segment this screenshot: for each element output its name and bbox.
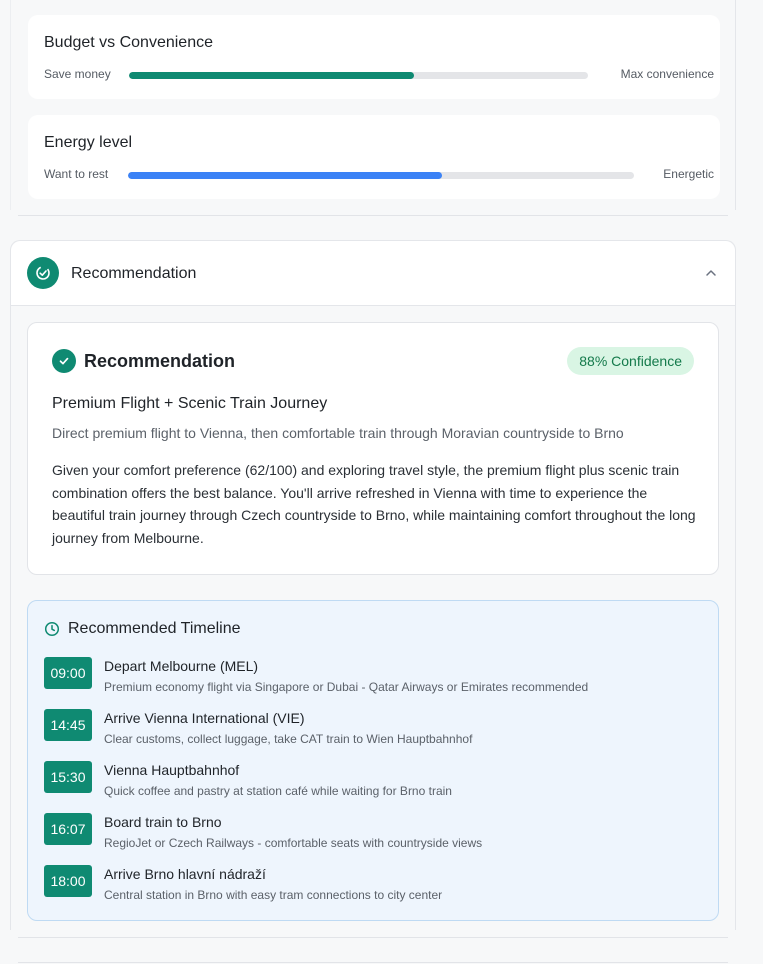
option-description: Direct premium flight to Vienna, then co… xyxy=(52,425,624,441)
timeline-title: Recommended Timeline xyxy=(68,620,241,637)
preferences-panel: Budget vs Convenience Save money Max con… xyxy=(10,0,736,210)
recommendation-reasoning: Given your comfort preference (62/100) a… xyxy=(52,462,696,546)
energy-slider-fill xyxy=(128,172,442,179)
timeline-item: 09:00 Depart Melbourne (MEL) Premium eco… xyxy=(44,657,704,697)
recommendation-section: Recommendation Recommendation 88% Confid… xyxy=(10,240,736,930)
option-title: Premium Flight + Scenic Train Journey xyxy=(52,395,328,412)
recommendation-card: Recommendation 88% Confidence Premium Fl… xyxy=(27,322,719,575)
timeline-item-title: Arrive Brno hlavní nádraží xyxy=(104,866,266,882)
timeline-item-title: Vienna Hauptbahnhof xyxy=(104,762,240,778)
check-circle-icon xyxy=(27,257,59,289)
section-title: Recommendation xyxy=(71,265,197,282)
chevron-up-icon[interactable] xyxy=(703,265,719,281)
section-divider xyxy=(18,962,728,963)
energy-min-label: Want to rest xyxy=(44,167,109,181)
clock-icon xyxy=(44,621,60,637)
timeline-item-description: Quick coffee and pastry at station café … xyxy=(104,784,452,798)
timeline-item: 15:30 Vienna Hauptbahnhof Quick coffee a… xyxy=(44,761,704,801)
budget-min-label: Save money xyxy=(44,67,111,81)
timeline-item: 18:00 Arrive Brno hlavní nádraží Central… xyxy=(44,865,704,905)
timeline-time: 18:00 xyxy=(44,865,92,897)
timeline-item-title: Arrive Vienna International (VIE) xyxy=(104,710,305,726)
energy-max-label: Energetic xyxy=(663,167,714,181)
timeline-item-description: Clear customs, collect luggage, take CAT… xyxy=(104,732,473,746)
recommendation-title: Recommendation xyxy=(84,351,236,371)
budget-max-label: Max convenience xyxy=(620,67,714,81)
energy-slider[interactable] xyxy=(128,172,634,179)
timeline-item-title: Board train to Brno xyxy=(104,814,222,830)
timeline-item-description: Central station in Brno with easy tram c… xyxy=(104,888,443,902)
timeline-time: 09:00 xyxy=(44,657,92,689)
timeline-time: 14:45 xyxy=(44,709,92,741)
timeline-item-description: RegioJet or Czech Railways - comfortable… xyxy=(104,836,483,850)
timeline-time: 16:07 xyxy=(44,813,92,845)
section-divider xyxy=(18,215,728,216)
budget-slider-fill xyxy=(129,72,414,79)
check-icon xyxy=(52,349,76,373)
confidence-badge: 88% Confidence xyxy=(567,347,694,375)
budget-preference-card: Budget vs Convenience Save money Max con… xyxy=(28,15,720,99)
energy-preference-card: Energy level Want to rest Energetic xyxy=(28,115,720,199)
energy-preference-title: Energy level xyxy=(44,134,133,151)
timeline-time: 15:30 xyxy=(44,761,92,793)
recommended-timeline: Recommended Timeline 09:00 Depart Melbou… xyxy=(27,600,719,921)
timeline-item-title: Depart Melbourne (MEL) xyxy=(104,658,259,674)
budget-slider[interactable] xyxy=(129,72,588,79)
timeline-item: 16:07 Board train to Brno RegioJet or Cz… xyxy=(44,813,704,853)
budget-preference-title: Budget vs Convenience xyxy=(44,34,213,51)
recommendation-section-header[interactable]: Recommendation xyxy=(11,241,735,306)
timeline-item-description: Premium economy flight via Singapore or … xyxy=(104,680,589,694)
section-divider xyxy=(18,937,728,938)
timeline-item: 14:45 Arrive Vienna International (VIE) … xyxy=(44,709,704,749)
